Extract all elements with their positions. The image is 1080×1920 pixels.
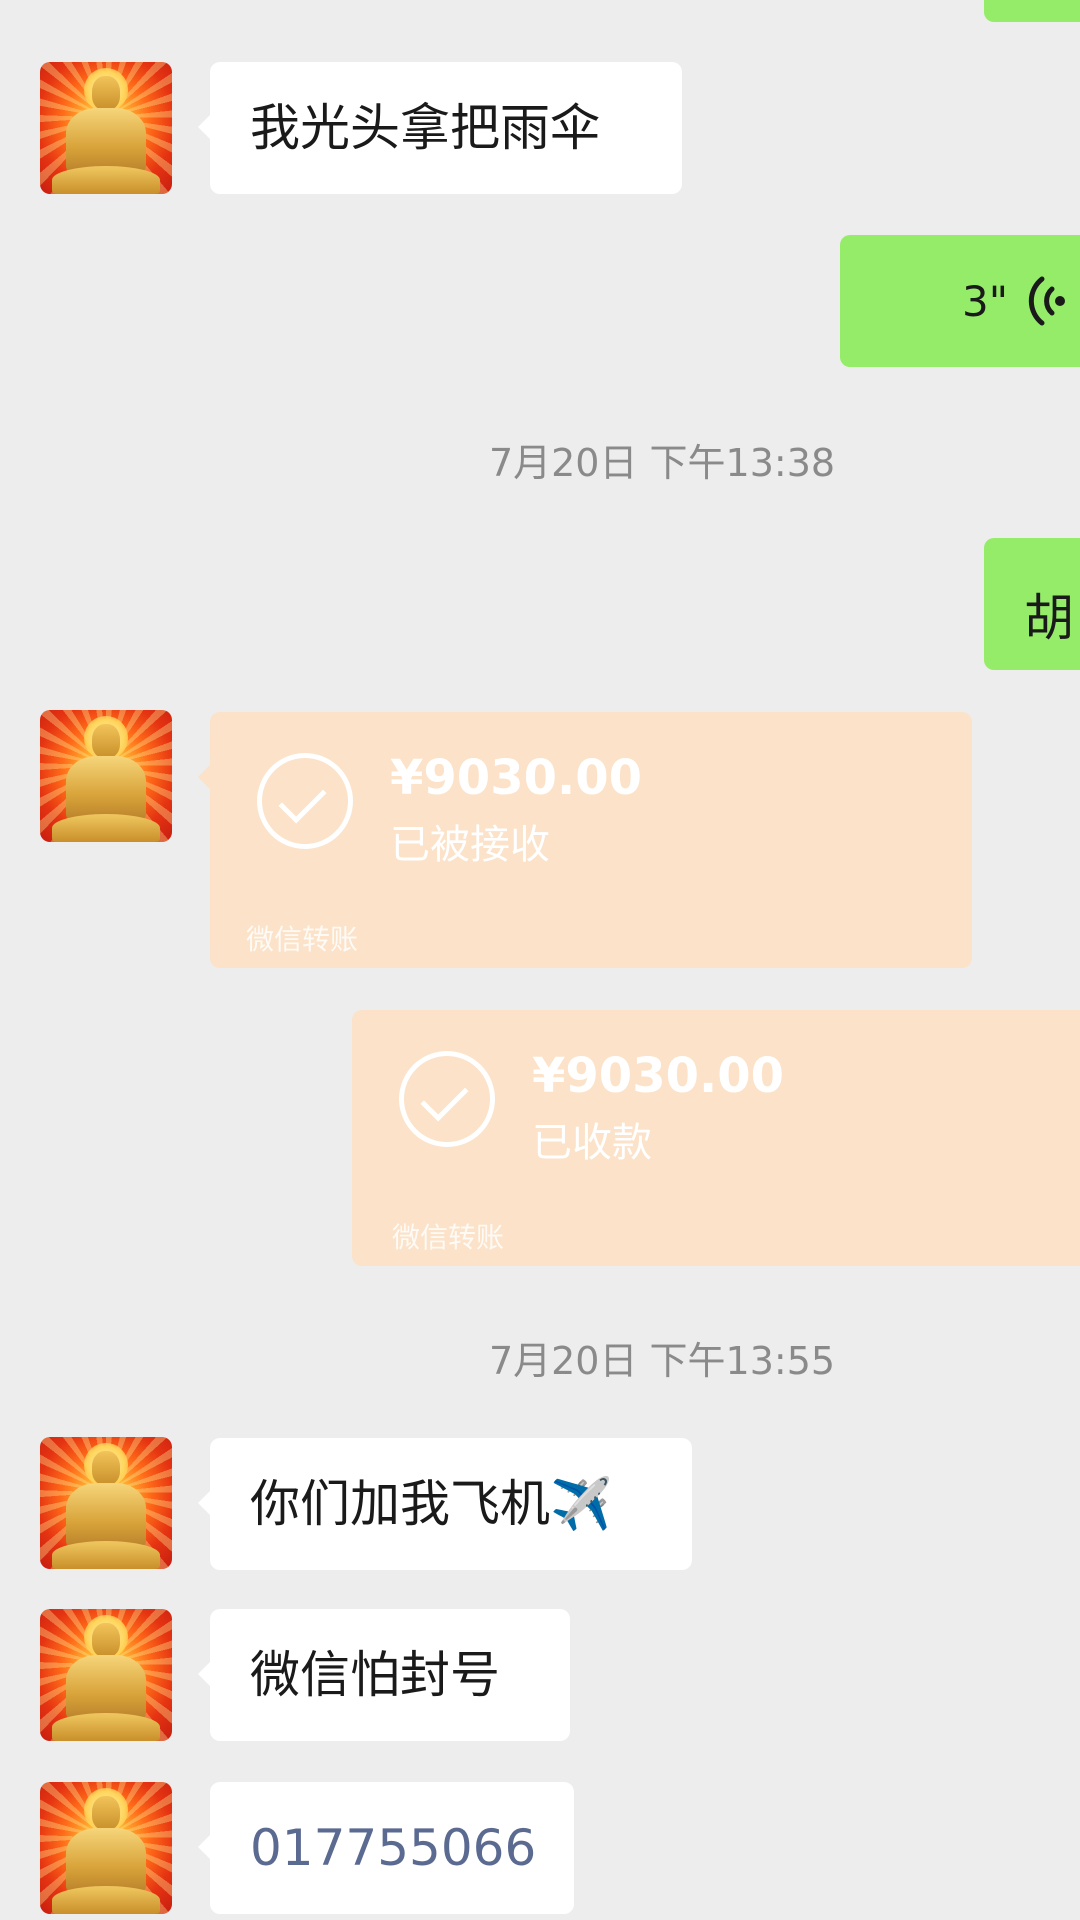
transfer-card-collected[interactable]: ¥9030.00 已收款 微信转账 [352,1010,1080,1266]
voice-wave-icon [1028,276,1065,326]
message-text: 胡 [1024,589,1074,647]
transfer-amount: ¥9030.00 [532,1048,785,1104]
transfer-card-received[interactable]: ¥9030.00 已被接收 微信转账 [198,712,972,968]
message-text: 微信怕封号 [250,1646,500,1704]
voice-duration: 3" [962,277,1009,326]
timestamp: 7月20日 下午13:55 [488,1339,836,1383]
transfer-amount: ¥9030.00 [390,750,643,806]
incoming-message-bubble[interactable]: 我光头拿把雨伞 [198,62,682,194]
timestamp: 7月20日 下午13:38 [488,441,836,485]
incoming-message-bubble[interactable]: 017755066 [198,1782,574,1914]
check-circle-icon [399,1051,495,1147]
check-circle-icon [257,753,353,849]
outgoing-bubble-partial-top[interactable] [984,0,1080,22]
transfer-label: 微信转账 [392,1221,505,1254]
incoming-message-bubble[interactable]: 微信怕封号 [198,1609,570,1741]
outgoing-message-bubble[interactable]: 胡 [984,538,1080,670]
contact-avatar[interactable] [40,710,172,842]
contact-avatar[interactable] [40,62,172,194]
message-text: 你们加我飞机✈️ [250,1475,613,1533]
phone-number-link[interactable]: 017755066 [250,1819,536,1877]
contact-avatar[interactable] [40,1437,172,1569]
contact-avatar[interactable] [40,1609,172,1741]
incoming-message-bubble[interactable]: 你们加我飞机✈️ [198,1438,692,1570]
contact-avatar[interactable] [40,1782,172,1914]
transfer-label: 微信转账 [246,923,359,956]
transfer-status: 已收款 [532,1120,652,1166]
transfer-status: 已被接收 [390,822,550,868]
voice-message-bubble[interactable]: 3" [840,235,1080,367]
message-text: 我光头拿把雨伞 [250,99,600,157]
